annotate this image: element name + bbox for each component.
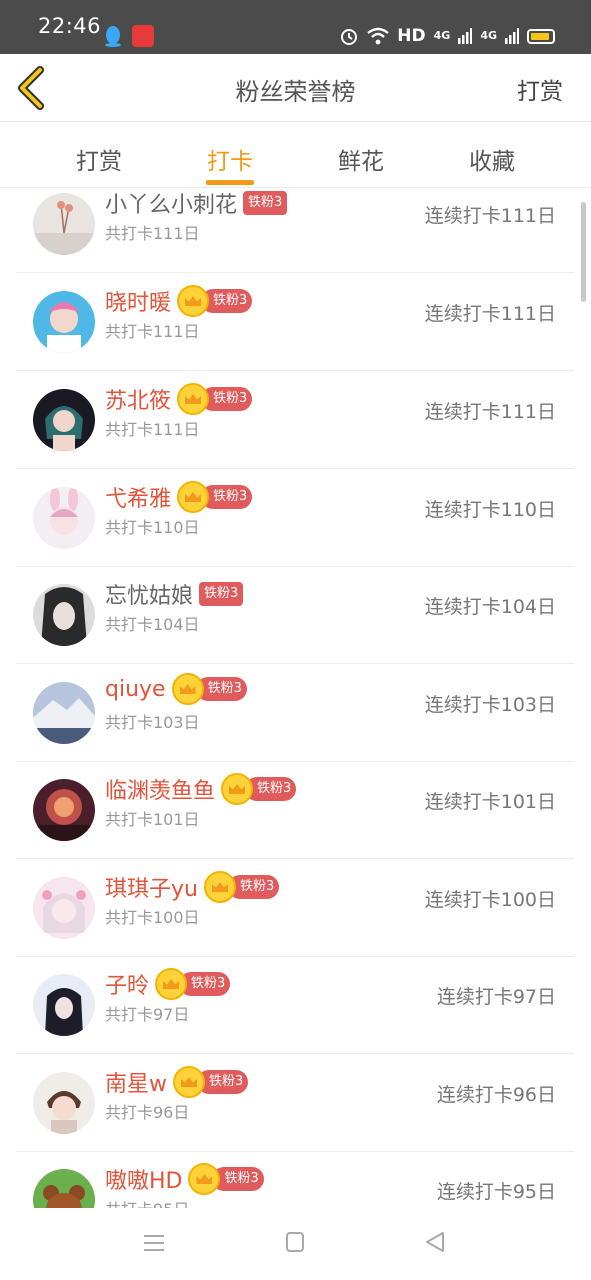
fan-streak: 连续打卡111日 (424, 205, 556, 227)
qq-icon (105, 26, 121, 47)
tab-reward[interactable]: 打赏 (59, 142, 139, 176)
fan-total-checkins: 共打卡96日 (105, 1103, 190, 1122)
fan-name: 小丫么小刺花 (105, 193, 238, 218)
list-item[interactable]: 子昤 铁粉3 共打卡97日 连续打卡97日 (16, 956, 574, 1054)
fan-streak: 连续打卡100日 (424, 889, 556, 911)
hd-indicator: HD (397, 26, 426, 46)
active-tab-indicator (206, 180, 254, 185)
header: 粉丝荣誉榜 打赏 (0, 54, 591, 122)
signal-bars-icon (458, 28, 473, 44)
crown-icon (177, 383, 210, 415)
fan-total-checkins: 共打卡100日 (105, 908, 200, 927)
fan-streak: 连续打卡111日 (424, 303, 556, 325)
crown-icon (221, 773, 254, 805)
crown-icon (188, 1163, 221, 1195)
battery-icon (527, 28, 555, 44)
avatar (33, 877, 95, 939)
list-item[interactable]: 临渊羡鱼鱼 铁粉3 共打卡101日 连续打卡101日 (16, 761, 574, 859)
crown-icon (177, 481, 210, 513)
tab-flowers[interactable]: 鲜花 (321, 142, 401, 176)
avatar (33, 1169, 95, 1208)
wifi-icon (367, 27, 390, 45)
list-item[interactable]: 忘忧姑娘 铁粉3 共打卡104日 连续打卡104日 (16, 566, 574, 664)
fan-streak: 连续打卡96日 (436, 1084, 556, 1106)
avatar (33, 779, 95, 841)
fan-streak: 连续打卡110日 (424, 499, 556, 521)
crown-icon (177, 285, 210, 317)
fan-badge: 铁粉3 (212, 1167, 264, 1191)
list-item[interactable]: 琪琪子yu 铁粉3 共打卡100日 连续打卡100日 (16, 859, 574, 957)
tab-checkin[interactable]: 打卡 (190, 142, 270, 176)
avatar (33, 584, 95, 646)
back-triangle-icon[interactable] (424, 1231, 446, 1253)
home-icon[interactable] (286, 1232, 304, 1252)
fan-streak: 连续打卡101日 (424, 791, 556, 813)
fan-total-checkins: 共打卡111日 (105, 322, 200, 341)
fan-streak: 连续打卡97日 (436, 986, 556, 1008)
avatar (33, 291, 95, 353)
crown-icon (203, 871, 236, 903)
tab-favorites[interactable]: 收藏 (452, 142, 532, 176)
avatar (33, 682, 95, 744)
fan-name: 嗷嗷HD (105, 1169, 183, 1194)
fan-streak: 连续打卡104日 (424, 596, 556, 618)
fan-name: 琪琪子yu (105, 877, 198, 902)
avatar (33, 193, 95, 255)
scrollbar[interactable] (581, 202, 586, 302)
list-item[interactable]: 嗷嗷HD 铁粉3 共打卡95日 连续打卡95日 (16, 1151, 574, 1208)
fan-name: 忘忧姑娘 (105, 584, 194, 609)
system-nav-bar (0, 1208, 591, 1280)
fan-total-checkins: 共打卡111日 (105, 224, 200, 243)
page-title: 粉丝荣誉榜 (235, 78, 356, 106)
fan-total-checkins: 共打卡97日 (105, 1005, 190, 1024)
fan-total-checkins: 共打卡111日 (105, 420, 200, 439)
menu-icon[interactable] (143, 1234, 165, 1252)
list-item[interactable]: 苏北筱 铁粉3 共打卡111日 连续打卡111日 (16, 371, 574, 469)
fan-streak: 连续打卡103日 (424, 694, 556, 716)
fan-total-checkins: 共打卡110日 (105, 518, 200, 537)
avatar (33, 389, 95, 451)
signal-bars-icon (505, 28, 519, 44)
fan-name: 苏北筱 (105, 389, 172, 414)
list-item[interactable]: qiuye 铁粉3 共打卡103日 连续打卡103日 (16, 664, 574, 762)
fan-name: 子昤 (105, 974, 150, 999)
fan-total-checkins: 共打卡104日 (105, 615, 200, 634)
signal-4g-1: 4G (433, 29, 451, 42)
crown-icon (155, 968, 188, 1000)
crown-icon (173, 1066, 205, 1098)
fan-name: 弋希雅 (105, 487, 172, 512)
notification-app-icon (132, 25, 154, 47)
alarm-icon (341, 29, 358, 45)
fan-total-checkins: 共打卡101日 (105, 810, 200, 829)
avatar (33, 487, 95, 549)
fan-name: 临渊羡鱼鱼 (105, 779, 216, 804)
status-bar: 22:46 HD 4G 4G (0, 0, 591, 54)
status-icons: HD 4G 4G (339, 24, 555, 48)
fan-total-checkins: 共打卡95日 (105, 1196, 189, 1208)
fan-name: 南星w (105, 1072, 167, 1097)
fan-name: qiuye (105, 676, 166, 702)
list-item[interactable]: 晓时暖 铁粉3 共打卡111日 连续打卡111日 (16, 273, 574, 371)
avatar (33, 974, 95, 1036)
crown-icon (171, 673, 204, 705)
reward-button[interactable]: 打赏 (517, 72, 563, 106)
status-time: 22:46 (38, 14, 102, 38)
list-item[interactable]: 小丫么小刺花 铁粉3 共打卡111日 连续打卡111日 (16, 188, 574, 273)
tab-bar: 打赏 打卡 鲜花 收藏 (0, 122, 591, 188)
signal-4g-2: 4G (480, 29, 497, 42)
fan-name: 晓时暖 (105, 291, 172, 316)
fan-badge: 铁粉3 (199, 582, 244, 606)
fan-total-checkins: 共打卡103日 (105, 713, 200, 732)
list-item[interactable]: 南星w 铁粉3 共打卡96日 连续打卡96日 (16, 1054, 574, 1152)
avatar (33, 1072, 95, 1134)
fan-streak: 连续打卡95日 (436, 1181, 556, 1203)
list-item[interactable]: 弋希雅 铁粉3 共打卡110日 连续打卡110日 (16, 469, 574, 567)
fan-list[interactable]: 小丫么小刺花 铁粉3 共打卡111日 连续打卡111日 晓时暖 铁粉3 共打卡1… (0, 188, 591, 1208)
fan-badge: 铁粉3 (243, 191, 288, 215)
fan-streak: 连续打卡111日 (424, 401, 556, 423)
